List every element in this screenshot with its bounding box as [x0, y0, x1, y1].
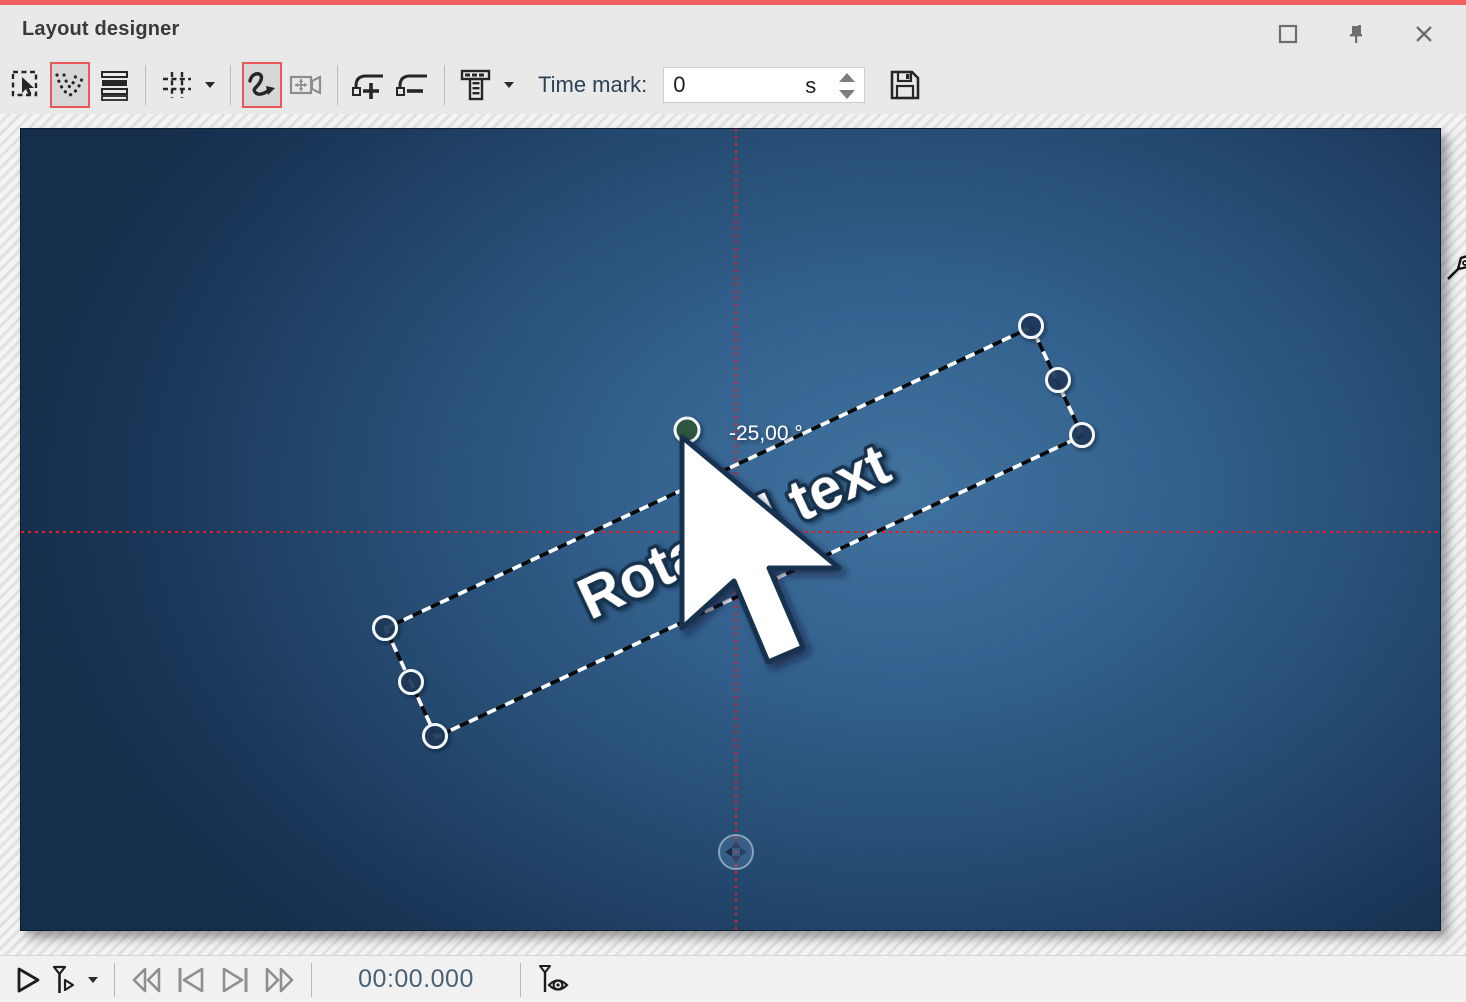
bottom-separator [520, 963, 521, 997]
bottom-bar: 00:00.000 [0, 955, 1466, 1002]
text-properties-dropdown[interactable] [500, 62, 518, 108]
handle-top-left[interactable] [374, 617, 397, 640]
motion-path-tool[interactable] [50, 62, 90, 108]
floppy-disk-icon [888, 68, 922, 102]
center-move-handle[interactable] [719, 835, 753, 869]
window-controls [1276, 22, 1436, 46]
dotted-path-icon [53, 69, 87, 101]
camera-pan-icon [288, 70, 324, 100]
grid-snap-tool[interactable] [157, 62, 197, 108]
maximize-button[interactable] [1276, 22, 1300, 46]
rewind-button[interactable] [125, 958, 169, 1002]
play-icon [12, 965, 42, 995]
skip-start-icon [175, 966, 207, 994]
time-display: 00:00.000 [352, 965, 480, 994]
skip-end-icon [219, 966, 251, 994]
rotation-readout: -25,00 ° [729, 422, 803, 445]
pin-button[interactable] [1344, 22, 1368, 46]
select-tool[interactable] [6, 62, 46, 108]
curve-mode-tool[interactable] [242, 62, 282, 108]
skip-start-button[interactable] [169, 958, 213, 1002]
skip-end-button[interactable] [213, 958, 257, 1002]
chevron-down-icon [87, 976, 99, 984]
title-bar[interactable]: Layout designer [0, 5, 1466, 56]
spinner-up-icon[interactable] [839, 73, 855, 82]
grid-snap-dropdown[interactable] [201, 62, 219, 108]
time-mark-spinner [836, 70, 858, 102]
bottom-separator [114, 963, 115, 997]
text-properties-tool[interactable] [456, 62, 496, 108]
camera-pan-tool[interactable] [286, 62, 326, 108]
double-right-icon [262, 966, 296, 994]
chevron-down-icon [503, 81, 515, 89]
text-frame-icon [459, 68, 493, 102]
marker-eye-icon [536, 964, 572, 996]
layer-order-tool[interactable] [94, 62, 134, 108]
chevron-down-icon [204, 81, 216, 89]
save-tool[interactable] [885, 62, 925, 108]
time-mark-input[interactable] [664, 68, 804, 102]
workspace-background: Rotated text [0, 114, 1466, 955]
selection-overlay: Rotated text [21, 129, 1442, 932]
page-title: Layout designer [22, 18, 179, 41]
time-mark-unit: s [805, 73, 816, 99]
pen-edge-icon [1446, 248, 1466, 282]
curve-arrow-icon [245, 69, 279, 101]
grid-icon [160, 69, 194, 101]
add-path-point-tool[interactable] [349, 62, 389, 108]
transport-controls: 00:00.000 [8, 956, 577, 1002]
remove-path-point-tool[interactable] [393, 62, 433, 108]
close-icon [1413, 23, 1435, 45]
spinner-down-icon[interactable] [839, 90, 855, 99]
fast-forward-button[interactable] [257, 958, 301, 1002]
toolbar-separator [444, 65, 445, 105]
close-button[interactable] [1412, 22, 1436, 46]
path-minus-icon [395, 68, 431, 102]
bottom-separator [311, 963, 312, 997]
play-options-dropdown[interactable] [82, 958, 104, 1002]
handle-bottom-right[interactable] [1071, 424, 1094, 447]
main-toolbar: Time mark: s [0, 56, 1466, 114]
pin-icon [1345, 23, 1367, 45]
time-mark-field: s [663, 67, 865, 103]
design-canvas[interactable]: Rotated text [20, 128, 1441, 931]
handle-bottom-left[interactable] [424, 725, 447, 748]
handle-top-right[interactable] [1020, 315, 1043, 338]
preview-at-mark-button[interactable] [531, 958, 577, 1002]
handle-left-middle[interactable] [400, 671, 423, 694]
double-left-icon [130, 966, 164, 994]
time-mark-label: Time mark: [538, 72, 647, 98]
maximize-icon [1277, 23, 1299, 45]
marker-play-icon [51, 964, 77, 996]
play-from-mark-button[interactable] [46, 958, 82, 1002]
toolbar-separator [230, 65, 231, 105]
handle-right-middle[interactable] [1047, 369, 1070, 392]
toolbar-separator [337, 65, 338, 105]
path-plus-icon [351, 68, 387, 102]
toolbar-separator [145, 65, 146, 105]
select-cursor-icon [10, 69, 42, 101]
layout-designer-window: Layout designer [0, 0, 1466, 1002]
layers-icon [98, 69, 130, 101]
play-button[interactable] [8, 958, 46, 1002]
